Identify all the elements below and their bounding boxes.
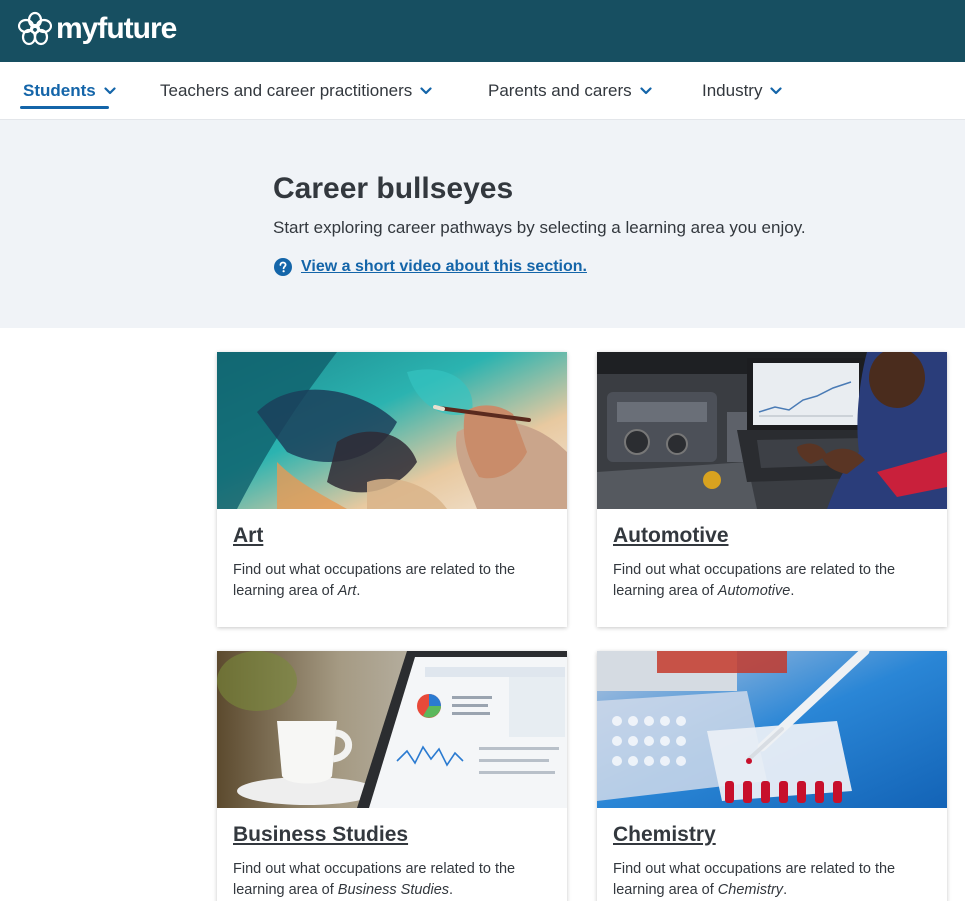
question-circle-icon	[274, 258, 292, 276]
chevron-down-icon	[420, 87, 432, 95]
main-nav: Students Teachers and career practitione…	[0, 62, 965, 120]
card-desc-suffix: .	[449, 882, 454, 898]
nav-item-students[interactable]: Students	[23, 62, 116, 120]
chevron-down-icon	[640, 87, 652, 95]
card-desc-area: Business Studies	[337, 882, 450, 898]
card-desc-suffix: .	[783, 882, 788, 898]
card-automotive[interactable]: Automotive Find out what occupations are…	[597, 352, 947, 627]
card-description: Find out what occupations are related to…	[233, 859, 553, 901]
hero-section: Career bullseyes Start exploring career …	[0, 120, 965, 328]
top-header: myfuture	[0, 0, 965, 62]
nav-item-label: Students	[23, 81, 96, 100]
card-desc-area: Art	[337, 583, 357, 599]
nav-item-teachers[interactable]: Teachers and career practitioners	[160, 62, 432, 120]
card-title-link[interactable]: Automotive	[613, 524, 729, 548]
nav-item-industry[interactable]: Industry	[702, 62, 783, 120]
myfuture-logo[interactable]: myfuture	[18, 11, 177, 47]
card-description: Find out what occupations are related to…	[233, 560, 553, 602]
card-desc-suffix: .	[790, 583, 795, 599]
business-tablet-dashboard-image	[217, 651, 567, 808]
card-desc-area: Automotive	[717, 583, 791, 599]
nav-item-label: Parents and carers	[488, 81, 632, 100]
chevron-down-icon	[104, 87, 116, 95]
nav-item-label: Teachers and career practitioners	[160, 81, 413, 100]
art-painting-image	[217, 352, 567, 509]
card-title-link[interactable]: Art	[233, 524, 263, 548]
card-description: Find out what occupations are related to…	[613, 560, 933, 602]
nav-item-label: Industry	[702, 81, 763, 100]
page-title: Career bullseyes	[273, 172, 514, 205]
card-desc-text: Find out what occupations are related to…	[233, 562, 516, 599]
page-subtitle: Start exploring career pathways by selec…	[273, 218, 806, 237]
card-title-link[interactable]: Chemistry	[613, 823, 716, 847]
video-link[interactable]: View a short video about this section.	[274, 258, 587, 276]
card-desc-suffix: .	[356, 583, 361, 599]
automotive-engine-laptop-image	[597, 352, 947, 509]
myfuture-flower-logo-icon	[18, 11, 52, 46]
chevron-down-icon	[770, 87, 783, 95]
brand-name: myfuture	[56, 12, 177, 45]
card-chemistry[interactable]: Chemistry Find out what occupations are …	[597, 651, 947, 901]
video-link-text: View a short video about this section.	[301, 258, 587, 275]
card-art[interactable]: Art Find out what occupations are relate…	[217, 352, 567, 627]
card-description: Find out what occupations are related to…	[613, 859, 933, 901]
card-desc-area: Chemistry	[717, 882, 784, 898]
card-business-studies[interactable]: Business Studies Find out what occupatio…	[217, 651, 567, 901]
nav-item-parents[interactable]: Parents and carers	[488, 62, 652, 120]
chemistry-pipette-image	[597, 651, 947, 808]
active-nav-indicator	[20, 106, 109, 109]
card-title-link[interactable]: Business Studies	[233, 823, 408, 847]
